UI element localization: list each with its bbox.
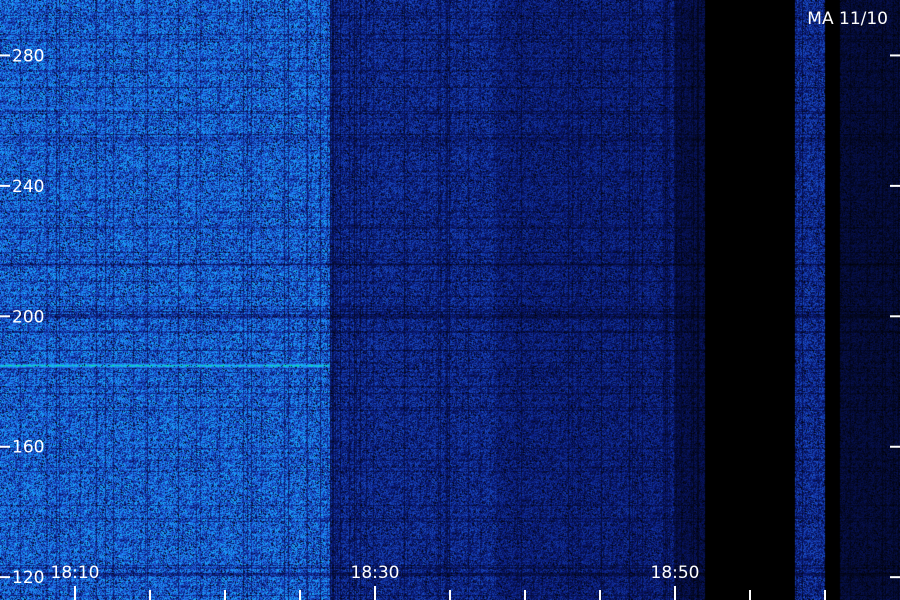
y-axis: 120 160 200 240 280 [0,46,44,588]
x-axis: 18:10 18:30 18:50 [51,563,826,600]
x-tick-label: 18:30 [351,563,400,583]
y-tick-label: 120 [12,568,44,588]
y-axis-right [890,54,900,579]
y-tick-label: 200 [12,307,44,327]
y-tick-label: 280 [12,46,44,66]
x-tick-label: 18:10 [51,563,100,583]
y-tick-label: 160 [12,438,44,458]
chart-title: MA 11/10 [807,9,888,29]
spectrogram-chart: MA 11/10 120 160 200 240 280 18:10 18:30 18:50 [0,0,900,600]
axes-overlay: MA 11/10 120 160 200 240 280 18:10 18:30 18:50 [0,9,900,600]
y-tick-label: 240 [12,177,44,197]
x-tick-label: 18:50 [651,563,700,583]
